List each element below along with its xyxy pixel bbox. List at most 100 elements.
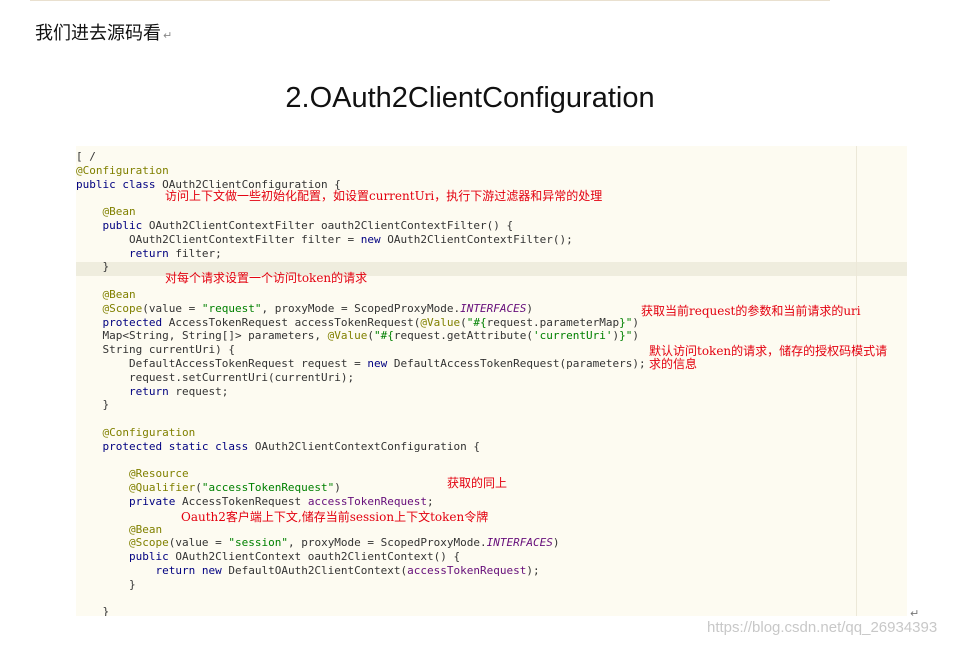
code-token: ;	[427, 494, 434, 508]
code-line: @Qualifier("accessTokenRequest")	[76, 481, 646, 495]
code-token: protected	[102, 315, 169, 329]
code-token: @Scope	[128, 536, 169, 550]
code-token: }	[76, 260, 110, 274]
code-token: String currentUri) {	[76, 343, 235, 357]
comment-same-as-above: 获取的同上	[447, 476, 508, 490]
code-token: @Value	[420, 315, 461, 329]
code-token: protected static class	[102, 439, 255, 453]
code-token: public	[102, 218, 149, 232]
code-line: OAuth2ClientContextFilter filter = new O…	[76, 233, 646, 247]
code-token: private	[128, 494, 182, 508]
comment-request-params: 获取当前request的参数和当前请求的uri	[641, 304, 861, 318]
code-token: @Configuration	[76, 163, 169, 177]
code-line: return filter;	[76, 247, 646, 261]
code-line: @Bean	[76, 205, 646, 219]
code-line: return request;	[76, 385, 646, 399]
code-token: accessTokenRequest	[307, 494, 428, 508]
code-token: )	[632, 329, 639, 343]
code-token: "session"	[228, 536, 288, 550]
code-token: @Value	[327, 329, 368, 343]
top-divider	[30, 0, 830, 1]
code-token: @Qualifier	[128, 481, 196, 495]
code-token: "request"	[201, 301, 262, 315]
code-token: INTERFACES	[460, 301, 527, 315]
code-token: (value =	[142, 301, 202, 315]
code-line: @Configuration	[76, 426, 646, 440]
code-token: )	[552, 536, 560, 550]
code-token: }"	[619, 329, 633, 343]
code-token: public	[128, 550, 176, 564]
code-line: @Resource	[76, 467, 646, 481]
section-heading: 2.OAuth2ClientConfiguration	[285, 82, 655, 114]
code-token: (value =	[168, 536, 229, 550]
code-token: , proxyMode = ScopedProxyMode.	[287, 536, 487, 550]
watermark: https://blog.csdn.net/qq_26934393	[707, 619, 938, 636]
code-token: request.getAttribute(	[393, 329, 533, 343]
code-token: @Bean	[102, 205, 136, 219]
code-token: @Bean	[128, 522, 163, 536]
code-token: }"	[619, 315, 633, 329]
code-token: new	[367, 356, 394, 370]
code-line: @Bean	[76, 288, 646, 302]
code-line: request.setCurrentUri(currentUri);	[76, 371, 646, 385]
code-token: "#{	[374, 329, 394, 343]
code-line: protected static class OAuth2ClientConte…	[76, 440, 646, 454]
code-token: OAuth2ClientContext oauth2ClientContext(…	[175, 550, 461, 564]
code-token: AccessTokenRequest	[181, 494, 308, 508]
code-token: request.setCurrentUri(currentUri);	[76, 370, 355, 384]
code-token: }	[76, 605, 110, 616]
comment-default-request-2: 求的信息	[649, 357, 698, 371]
code-token: (	[460, 315, 467, 329]
code-token: request;	[175, 384, 229, 398]
code-token: )	[526, 301, 534, 315]
code-token: OAuth2ClientContextConfiguration {	[254, 439, 480, 453]
code-token: "accessTokenRequest"	[201, 481, 335, 495]
code-line: protected AccessTokenRequest accessToken…	[76, 316, 646, 330]
code-screenshot: [ / @Configuration public class OAuth2Clie…	[76, 146, 907, 616]
comment-client-context: Oauth2客户端上下文,储存当前session上下文token令牌	[181, 510, 489, 524]
intro-line: 我们进去源码看 ↵	[35, 19, 172, 45]
code-token: return new	[155, 563, 229, 577]
code-token: public class	[76, 177, 163, 191]
code-token: @Resource	[128, 467, 189, 481]
code-token: DefaultOAuth2ClientContext(	[228, 563, 408, 577]
code-token: "#{	[466, 315, 487, 329]
code-line: @Scope(value = "session", proxyMode = Sc…	[76, 536, 646, 550]
code-line: }	[76, 605, 646, 616]
code-token: );	[526, 563, 540, 577]
code-line: public OAuth2ClientContextFilter oauth2C…	[76, 219, 646, 233]
code-token: (	[195, 481, 202, 495]
code-line: [ /	[76, 150, 646, 164]
code-token: DefaultAccessTokenRequest(parameters);	[393, 356, 646, 370]
code-token: 'currentUri'	[533, 329, 613, 343]
code-token: DefaultAccessTokenRequest request =	[76, 356, 368, 370]
code-token: filter;	[175, 246, 222, 260]
code-token: OAuth2ClientContextFilter filter =	[76, 232, 361, 246]
paragraph-mark-icon: ↵	[163, 29, 173, 42]
code-line: }	[76, 398, 646, 412]
code-token: @Scope	[102, 301, 143, 315]
code-line: Map<String, String[]> parameters, @Value…	[76, 329, 646, 343]
code-token: , proxyMode = ScopedProxyMode.	[261, 301, 461, 315]
code-block: [ / @Configuration public class OAuth2Clie…	[76, 150, 646, 616]
code-line: }	[76, 578, 646, 592]
code-token: )	[334, 481, 341, 495]
code-token: AccessTokenRequest accessTokenRequest(	[168, 315, 421, 329]
code-token: return	[128, 384, 176, 398]
